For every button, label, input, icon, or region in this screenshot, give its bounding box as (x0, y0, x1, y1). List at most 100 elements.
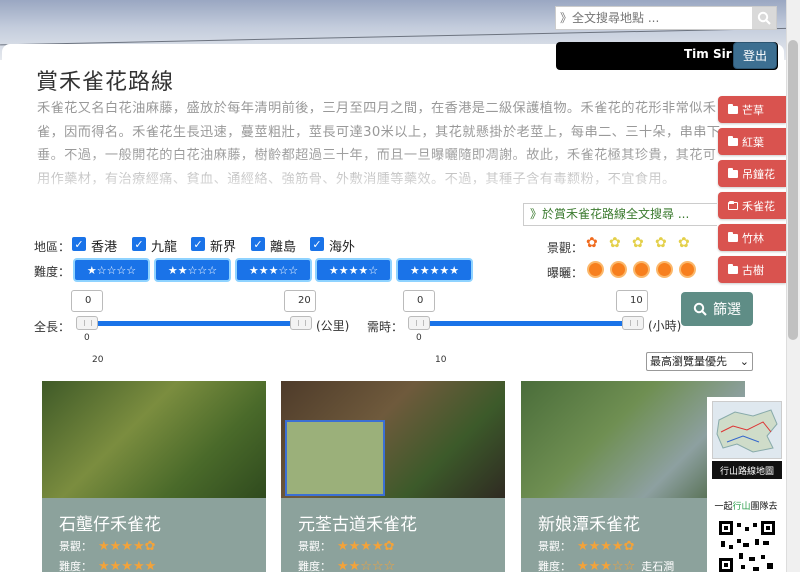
page-scrollbar[interactable] (786, 0, 800, 572)
length-tick-high: 20 (92, 355, 104, 365)
site-search[interactable] (555, 6, 777, 30)
sun-icon[interactable] (589, 263, 602, 276)
card-difficulty-rating: ★★★☆☆ (577, 558, 636, 572)
sun-icon[interactable] (658, 263, 671, 276)
checkbox-nt[interactable]: ✓ (191, 237, 205, 251)
category-tabs: 芒草 紅葉 吊鐘花 禾雀花 竹林 古樹 (718, 96, 786, 288)
region-overseas-label: 海外 (329, 240, 356, 255)
time-max-input[interactable]: 10 (616, 290, 648, 312)
scenery-flower-icon[interactable]: ✿ (586, 236, 598, 250)
join-highlight: 行山 (732, 502, 751, 512)
scenery-flower-icon[interactable]: ✿ (678, 236, 690, 250)
checkbox-overseas[interactable]: ✓ (310, 237, 324, 251)
search-icon[interactable] (752, 7, 776, 29)
card-scenery-row: 景觀： ★★★★✿ (59, 538, 156, 554)
route-fulltext-search[interactable]: 》於賞禾雀花路線全文搜尋 ... (523, 203, 717, 226)
scenery-flower-icon[interactable]: ✿ (609, 236, 621, 250)
route-card[interactable]: 石壟仔禾雀花 景觀： ★★★★✿ 難度： ★★★★★ (42, 381, 266, 572)
tab-label: 竹林 (742, 231, 764, 245)
card-scenery-row: 景觀： ★★★★✿ (538, 538, 635, 554)
tab-label: 芒草 (742, 103, 764, 117)
tab-silvergrass[interactable]: 芒草 (718, 96, 786, 123)
search-icon (693, 302, 707, 316)
side-widgets: 行山路線地圖 一起行山團隊去 (707, 397, 785, 572)
region-label: 地區： (34, 240, 71, 254)
time-min-input[interactable]: 0 (403, 290, 435, 312)
page-title: 賞禾雀花路線 (36, 70, 175, 95)
card-difficulty-rating: ★★☆☆☆ (337, 558, 396, 572)
folder-icon (728, 135, 738, 146)
card-scenery-label: 景觀： (538, 540, 571, 553)
tab-bamboo[interactable]: 竹林 (718, 224, 786, 251)
join-team-link[interactable]: 一起行山團隊去 (707, 499, 785, 512)
tab-label: 吊鐘花 (742, 167, 775, 181)
length-min-handle[interactable] (76, 316, 98, 330)
difficulty-3-button[interactable]: ★★★☆☆ (235, 258, 312, 282)
card-title: 元荃古道禾雀花 (298, 515, 417, 535)
card-scenery-rating: ★★★★✿ (98, 538, 156, 554)
folder-icon (728, 167, 738, 178)
tab-old-trees[interactable]: 古樹 (718, 256, 786, 283)
tab-enkianthus[interactable]: 吊鐘花 (718, 160, 786, 187)
chevron-down-icon: ⌄ (739, 355, 749, 368)
checkbox-kowloon[interactable]: ✓ (132, 237, 146, 251)
card-difficulty-label: 難度： (538, 560, 571, 572)
card-scenery-row: 景觀： ★★★★✿ (298, 538, 395, 554)
length-max-handle[interactable] (290, 316, 312, 330)
sun-icon[interactable] (635, 263, 648, 276)
join-prefix: 一起 (714, 502, 733, 512)
filter-button-label: 篩選 (713, 302, 741, 318)
site-search-input[interactable] (560, 9, 750, 27)
tab-label: 禾雀花 (742, 199, 775, 213)
logout-button[interactable]: 登出 (733, 42, 777, 69)
sun-icon[interactable] (681, 263, 694, 276)
scenery-flower-icon[interactable]: ✿ (632, 236, 644, 250)
length-label: 全長： (34, 320, 71, 334)
sort-select[interactable]: 最高瀏覽量優先 ⌄ (646, 352, 753, 371)
scrollbar-thumb[interactable] (788, 40, 798, 340)
time-max-handle[interactable] (622, 316, 644, 330)
route-map-label[interactable]: 行山路線地圖 (712, 461, 782, 479)
tab-red-leaves[interactable]: 紅葉 (718, 128, 786, 155)
difficulty-5-button[interactable]: ★★★★★ (396, 258, 473, 282)
time-tick-low: 0 (416, 333, 422, 343)
sun-icon[interactable] (612, 263, 625, 276)
folder-open-icon (728, 200, 738, 210)
description-fade (30, 150, 730, 200)
card-title: 新娘潭禾雀花 (538, 515, 640, 535)
join-suffix: 團隊去 (750, 502, 778, 512)
length-slider-track[interactable] (83, 321, 311, 326)
folder-icon (728, 263, 738, 274)
folder-icon (728, 231, 738, 242)
length-min-input[interactable]: 0 (71, 290, 103, 312)
card-difficulty-row: 難度： ★★☆☆☆ (298, 558, 395, 572)
tab-label: 紅葉 (742, 135, 764, 149)
route-card[interactable]: 元荃古道禾雀花 景觀： ★★★★✿ 難度： ★★☆☆☆ (281, 381, 505, 572)
card-difficulty-row: 難度： ★★★★★ (59, 558, 156, 572)
difficulty-label: 難度： (34, 265, 71, 279)
route-photo (42, 381, 266, 498)
length-max-input[interactable]: 20 (284, 290, 316, 312)
time-min-handle[interactable] (408, 316, 430, 330)
card-difficulty-label: 難度： (298, 560, 331, 572)
card-scenery-rating: ★★★★✿ (577, 538, 635, 554)
tab-label: 古樹 (742, 263, 764, 277)
length-tick-low: 0 (84, 333, 90, 343)
difficulty-2-button[interactable]: ★★☆☆☆ (154, 258, 231, 282)
region-islands-label: 離島 (270, 240, 297, 255)
route-map-thumbnail[interactable] (712, 401, 782, 459)
difficulty-1-button[interactable]: ★☆☆☆☆ (73, 258, 150, 282)
time-slider-track[interactable] (414, 321, 644, 326)
checkbox-islands[interactable]: ✓ (251, 237, 265, 251)
region-kowloon-label: 九龍 (151, 240, 178, 255)
time-tick-high: 10 (435, 355, 447, 365)
filter-button[interactable]: 篩選 (681, 292, 753, 326)
tab-mucuna[interactable]: 禾雀花 (718, 192, 786, 219)
scenery-flower-icon[interactable]: ✿ (655, 236, 667, 250)
region-hk-label: 香港 (91, 240, 118, 255)
checkbox-hk[interactable]: ✓ (72, 237, 86, 251)
time-unit: (小時) (648, 319, 682, 333)
card-scenery-rating: ★★★★✿ (337, 538, 395, 554)
card-difficulty-rating: ★★★★★ (98, 558, 157, 572)
difficulty-4-button[interactable]: ★★★★☆ (315, 258, 392, 282)
